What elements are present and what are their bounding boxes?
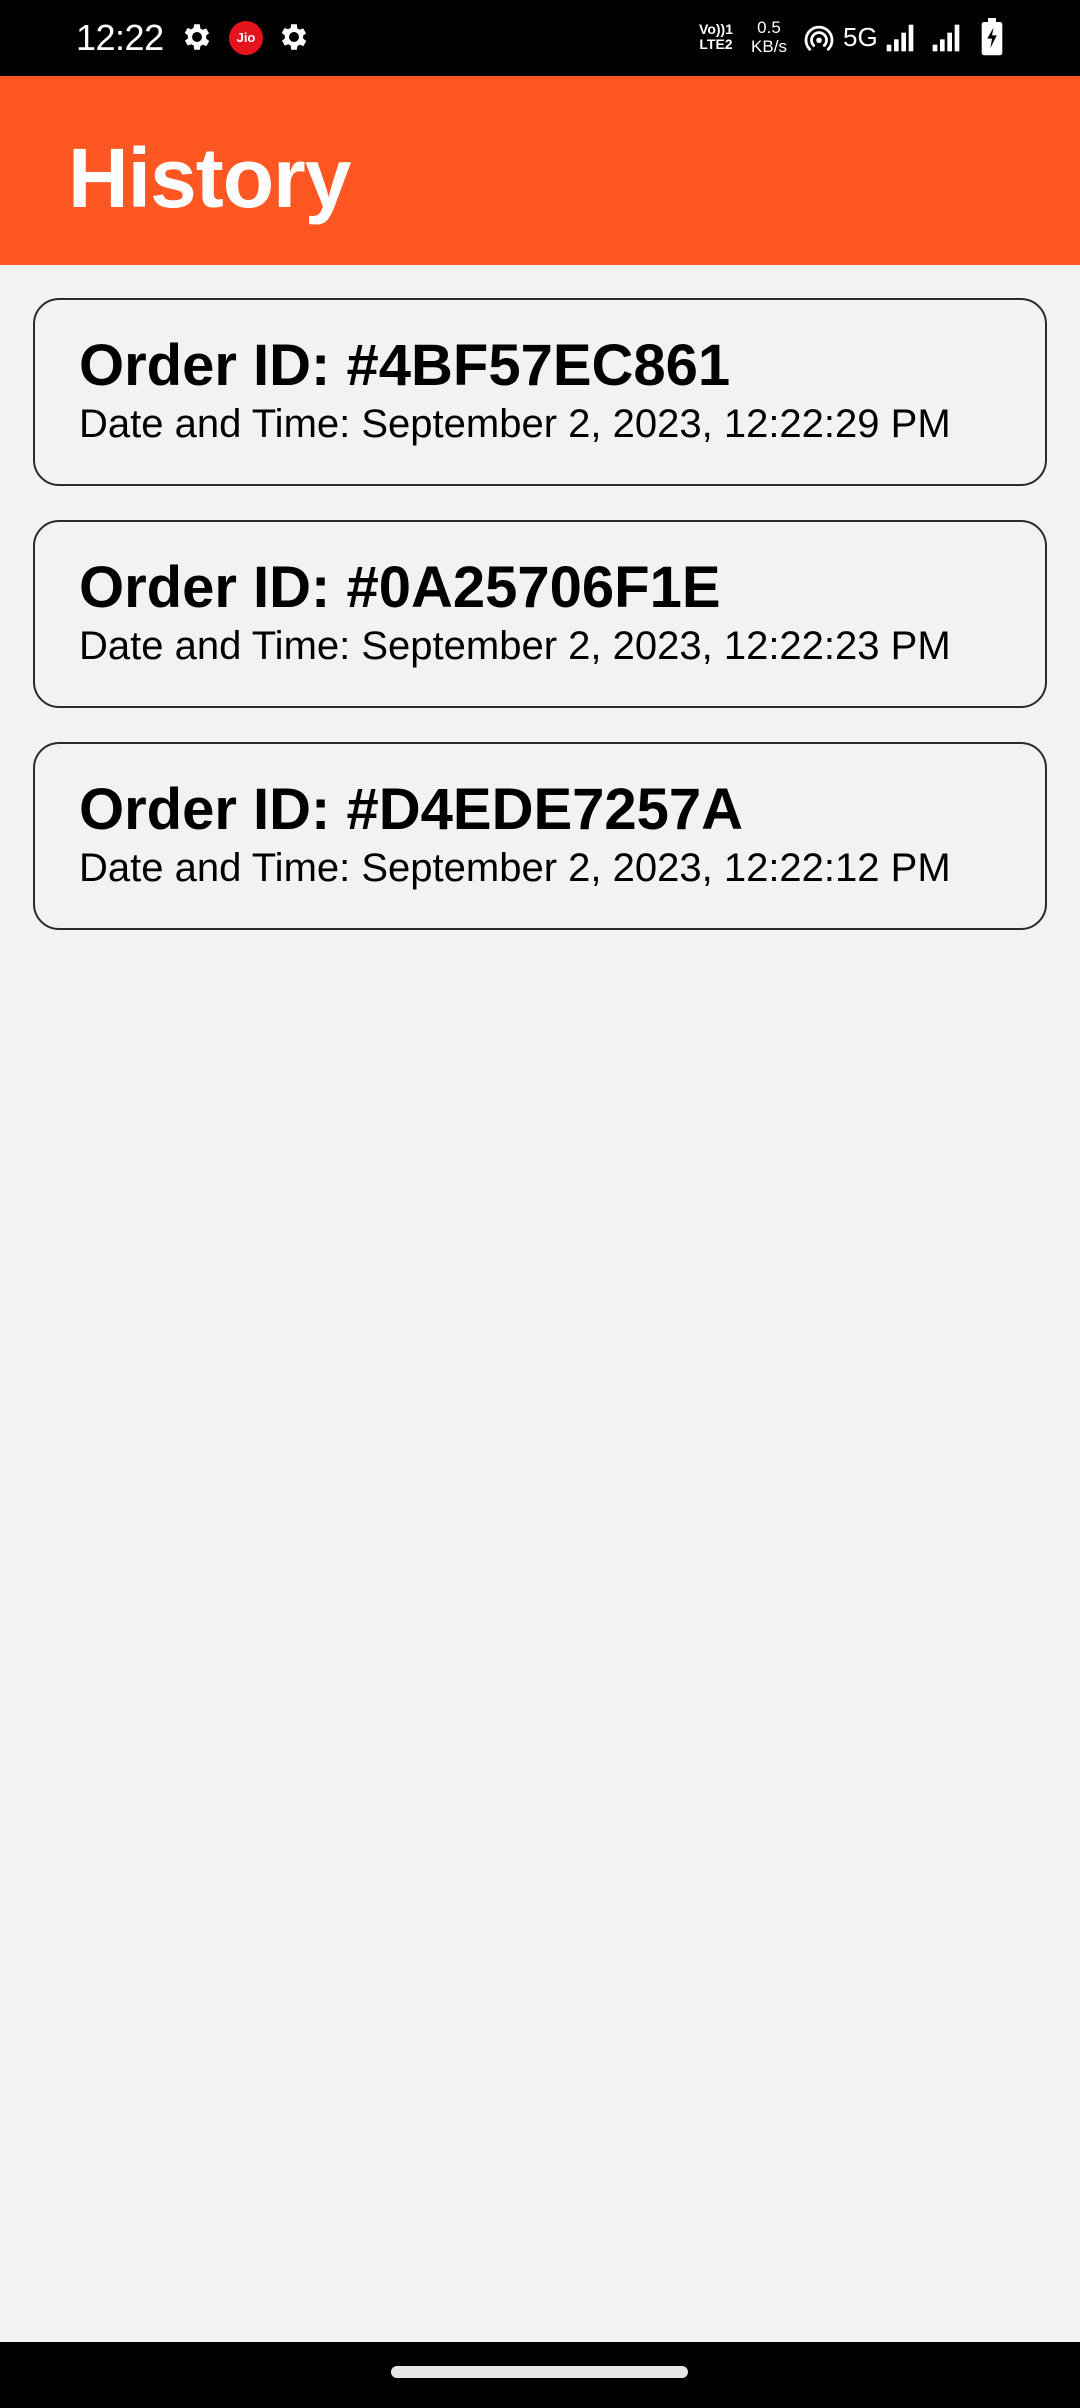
status-bar: 12:22 Jio Vo))1 LTE2 0.5 KB/s 5G: [0, 0, 1080, 76]
order-card[interactable]: Order ID: #4BF57EC861 Date and Time: Sep…: [33, 298, 1047, 486]
order-history-list: Order ID: #4BF57EC861 Date and Time: Sep…: [33, 298, 1047, 964]
home-gesture-handle[interactable]: [391, 2366, 688, 2378]
page-title: History: [68, 131, 351, 225]
battery-charging-icon: [981, 18, 1003, 56]
status-time: 12:22: [76, 17, 164, 58]
network-speed-unit: KB/s: [751, 37, 787, 56]
order-id: Order ID: #0A25706F1E: [79, 555, 721, 620]
signal-icon: [886, 24, 914, 52]
volte-icon: Vo))1 LTE2: [694, 22, 738, 52]
gear-icon: [281, 24, 307, 50]
jio-icon: Jio: [229, 21, 263, 55]
order-card[interactable]: Order ID: #D4EDE7257A Date and Time: Sep…: [33, 742, 1047, 930]
order-datetime: Date and Time: September 2, 2023, 12:22:…: [79, 402, 951, 446]
network-speed: 0.5 KB/s: [744, 18, 794, 56]
order-id: Order ID: #4BF57EC861: [79, 333, 731, 398]
network-speed-value: 0.5: [757, 18, 781, 37]
navigation-bar: [0, 2342, 1080, 2408]
order-datetime: Date and Time: September 2, 2023, 12:22:…: [79, 846, 951, 890]
hotspot-icon: [804, 25, 834, 51]
volte-line1: Vo))1: [699, 21, 733, 37]
gear-icon: [184, 24, 210, 50]
volte-line2: LTE2: [699, 36, 733, 52]
order-datetime: Date and Time: September 2, 2023, 12:22:…: [79, 624, 951, 668]
signal-icon: [932, 24, 960, 52]
order-card[interactable]: Order ID: #0A25706F1E Date and Time: Sep…: [33, 520, 1047, 708]
app-bar: History: [0, 76, 1080, 265]
order-id: Order ID: #D4EDE7257A: [79, 777, 744, 842]
network-type: 5G: [843, 22, 878, 52]
